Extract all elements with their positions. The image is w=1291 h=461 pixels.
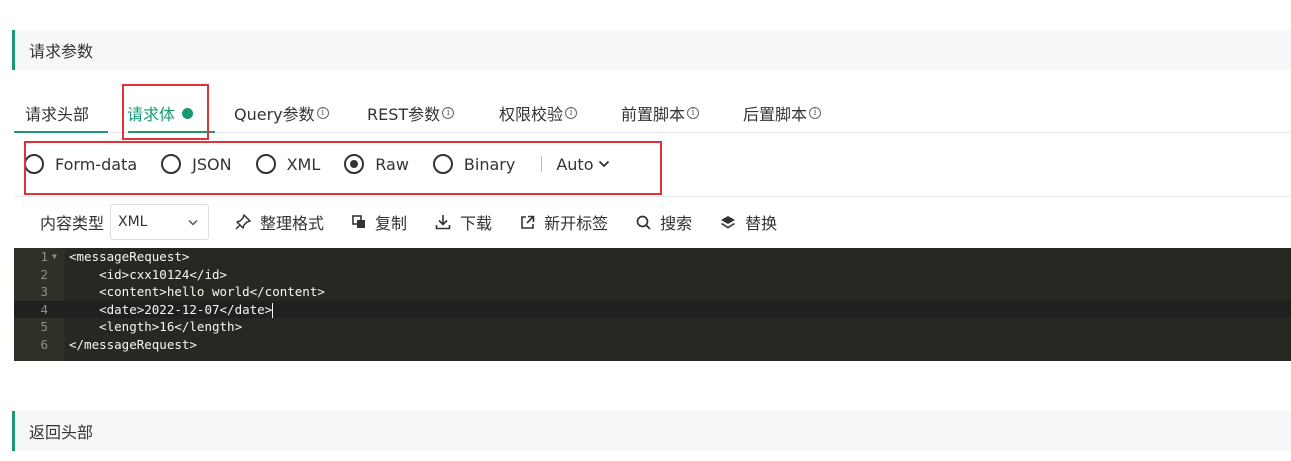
radio-label: Raw	[375, 154, 409, 174]
request-params-title: 请求参数	[29, 42, 94, 61]
info-icon: i	[687, 107, 700, 119]
radio-circle-selected-icon	[344, 154, 365, 174]
code-line: 1 ▼ <messageRequest>	[14, 248, 1291, 266]
code-text: <content>hello world</content>	[69, 284, 325, 299]
tab-underline-headers	[14, 131, 108, 133]
divider	[14, 196, 1291, 197]
line-number: 2	[40, 266, 48, 282]
pin-icon	[235, 214, 251, 230]
radio-xml[interactable]: XML	[255, 154, 321, 174]
tab-label: Query参数	[234, 105, 315, 124]
code-editor[interactable]: 1 ▼ <messageRequest> 2 <id>cxx10124</id>…	[14, 248, 1291, 361]
auto-dropdown-label: Auto	[556, 154, 594, 174]
tab-label: REST参数	[367, 105, 441, 124]
auto-dropdown[interactable]: Auto	[556, 155, 610, 174]
tab-pre-script[interactable]: 前置脚本 i	[621, 93, 700, 133]
code-line: 6 </messageRequest>	[14, 336, 1291, 354]
copy-button[interactable]: 复制	[352, 210, 407, 234]
tab-label: 后置脚本	[743, 105, 808, 124]
format-label: 整理格式	[260, 214, 325, 233]
request-tabs: 请求头部 请求体 Query参数 i REST参数 i 权限校验 i 前置脚本 …	[14, 93, 1291, 133]
download-label: 下载	[460, 214, 493, 233]
radio-circle-icon	[24, 154, 44, 174]
layers-icon	[721, 215, 736, 228]
code-text: <messageRequest>	[69, 249, 190, 264]
code-line: 3 <content>hello world</content>	[14, 283, 1291, 301]
fold-arrow-icon[interactable]: ▼	[52, 248, 57, 266]
search-button[interactable]: 搜索	[636, 210, 692, 234]
tab-request-body[interactable]: 请求体	[127, 93, 194, 133]
content-type-select[interactable]: XML	[110, 204, 210, 240]
tab-request-headers[interactable]: 请求头部	[25, 93, 89, 133]
request-params-header: 请求参数	[12, 30, 1291, 70]
info-icon: i	[809, 107, 822, 119]
radio-circle-icon	[255, 154, 276, 174]
tab-label: 前置脚本	[621, 105, 686, 124]
info-icon: i	[442, 107, 455, 119]
tab-label: 权限校验	[499, 105, 564, 124]
editor-toolbar: 内容类型 XML 整理格式 复制 下载 新开标签 搜索 替换	[40, 204, 805, 240]
text-cursor	[272, 302, 274, 318]
radio-json[interactable]: JSON	[161, 154, 232, 174]
search-label: 搜索	[660, 214, 693, 233]
code-line-active: 4 <date>2022-12-07</date>	[14, 300, 1291, 318]
copy-icon	[352, 215, 366, 228]
separator	[541, 156, 543, 172]
code-text: <date>2022-12-07</date>	[69, 301, 274, 318]
line-number: 4	[40, 301, 48, 317]
tab-post-script[interactable]: 后置脚本 i	[743, 93, 822, 133]
info-icon: i	[316, 107, 329, 119]
code-text: <id>cxx10124</id>	[69, 266, 228, 282]
radio-form-data[interactable]: Form-data	[24, 154, 137, 174]
format-button[interactable]: 整理格式	[235, 210, 324, 234]
code-text: <length>16</length>	[69, 319, 243, 334]
body-type-radio-group: Form-data JSON XML Raw Binary Auto	[24, 143, 610, 185]
chevron-down-icon	[599, 160, 610, 168]
external-link-icon	[521, 215, 535, 229]
line-number: 1	[40, 249, 48, 264]
response-headers-header: 返回头部	[12, 411, 1291, 451]
code-line: 2 <id>cxx10124</id>	[14, 266, 1291, 284]
search-icon	[636, 215, 651, 230]
open-new-tab-label: 新开标签	[544, 214, 609, 233]
radio-binary[interactable]: Binary	[432, 154, 516, 174]
download-icon	[435, 215, 451, 230]
response-headers-title: 返回头部	[29, 423, 94, 442]
tab-label: 请求体	[127, 105, 176, 124]
download-button[interactable]: 下载	[435, 210, 492, 234]
radio-label: XML	[286, 154, 321, 174]
radio-label: JSON	[192, 154, 232, 174]
code-text: </messageRequest>	[69, 336, 197, 352]
content-type-label: 内容类型	[40, 214, 105, 233]
tab-query-params[interactable]: Query参数 i	[234, 93, 329, 133]
tab-label: 请求头部	[25, 105, 90, 124]
line-number: 5	[40, 319, 48, 334]
info-icon: i	[565, 107, 578, 119]
radio-raw[interactable]: Raw	[344, 154, 409, 174]
open-new-tab-button[interactable]: 新开标签	[520, 210, 608, 234]
chevron-down-icon	[188, 219, 198, 226]
replace-label: 替换	[745, 214, 778, 233]
tab-underline-body	[128, 131, 215, 133]
status-dot-icon	[182, 107, 194, 119]
tab-rest-params[interactable]: REST参数 i	[367, 93, 455, 133]
radio-label: Form-data	[55, 154, 138, 174]
radio-circle-icon	[161, 154, 182, 174]
tab-auth-check[interactable]: 权限校验 i	[499, 93, 578, 133]
copy-label: 复制	[375, 214, 408, 233]
line-number: 3	[40, 284, 48, 299]
content-type-value: XML	[118, 214, 148, 230]
radio-circle-icon	[432, 154, 453, 174]
code-line: 5 <length>16</length>	[14, 318, 1291, 336]
line-number: 6	[40, 336, 48, 352]
replace-button[interactable]: 替换	[720, 210, 777, 234]
radio-label: Binary	[463, 154, 516, 174]
